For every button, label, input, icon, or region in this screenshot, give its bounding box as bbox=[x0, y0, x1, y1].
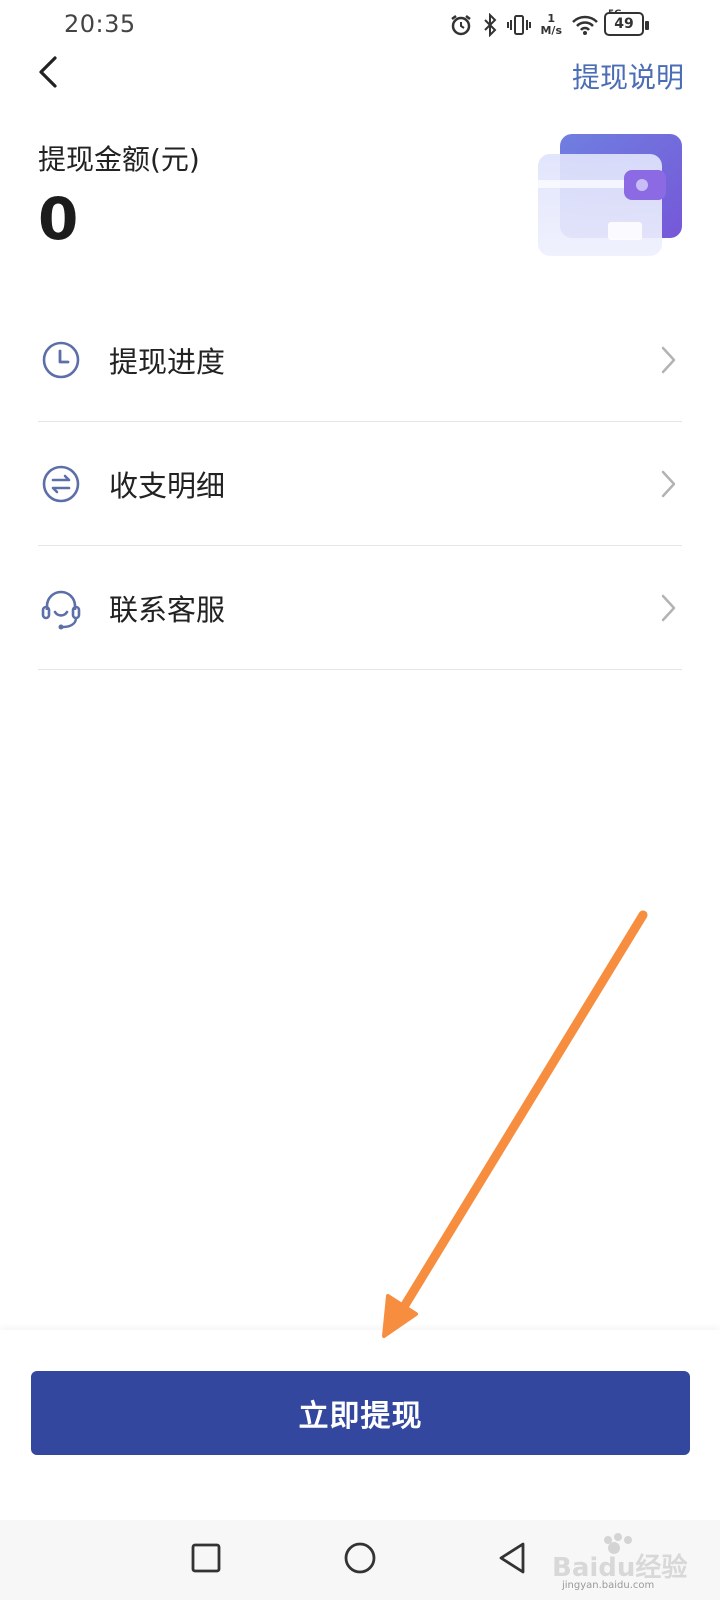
balance-value: 0 bbox=[38, 185, 79, 253]
wallet-card-icon bbox=[538, 134, 684, 260]
net-speed: 1 M/s bbox=[540, 12, 562, 37]
svg-text:Baidu经验: Baidu经验 bbox=[552, 1552, 687, 1583]
wifi-icon bbox=[571, 14, 599, 36]
system-back-button[interactable] bbox=[492, 1540, 532, 1580]
home-icon bbox=[343, 1541, 377, 1579]
chevron-right-icon bbox=[658, 344, 678, 376]
headset-icon bbox=[39, 586, 83, 630]
menu-item-label: 联系客服 bbox=[109, 592, 226, 627]
back-button[interactable] bbox=[28, 52, 68, 96]
chevron-left-icon bbox=[37, 55, 59, 93]
menu-item-transaction-details[interactable]: 收支明细 bbox=[38, 422, 682, 546]
menu-item-contact-support[interactable]: 联系客服 bbox=[38, 546, 682, 670]
recent-apps-button[interactable] bbox=[186, 1540, 226, 1580]
watermark-url: jingyan.baidu.com bbox=[562, 1580, 655, 1591]
home-button[interactable] bbox=[340, 1540, 380, 1580]
chevron-right-icon bbox=[658, 592, 678, 624]
vibrate-icon bbox=[507, 13, 532, 37]
withdraw-instructions-link[interactable]: 提现说明 bbox=[572, 56, 684, 96]
status-bar: 20:35 1 M/s 5G 49 bbox=[0, 0, 720, 52]
balance-label: 提现金额(元) bbox=[38, 143, 200, 176]
menu-item-label: 收支明细 bbox=[109, 468, 226, 503]
menu-item-label: 提现进度 bbox=[109, 344, 226, 379]
status-time: 20:35 bbox=[64, 10, 136, 38]
menu-list: 提现进度 收支明细 联系客服 bbox=[38, 298, 682, 670]
withdraw-now-button[interactable]: 立即提现 bbox=[31, 1371, 690, 1455]
chevron-right-icon bbox=[658, 468, 678, 500]
menu-item-withdraw-progress[interactable]: 提现进度 bbox=[38, 298, 682, 422]
back-triangle-icon bbox=[496, 1541, 528, 1579]
clock-icon bbox=[39, 338, 83, 382]
exchange-icon bbox=[39, 462, 83, 506]
recent-apps-icon bbox=[190, 1542, 222, 1578]
battery-icon: 49 bbox=[604, 12, 649, 36]
alarm-icon bbox=[449, 13, 473, 37]
bluetooth-icon bbox=[482, 13, 498, 37]
